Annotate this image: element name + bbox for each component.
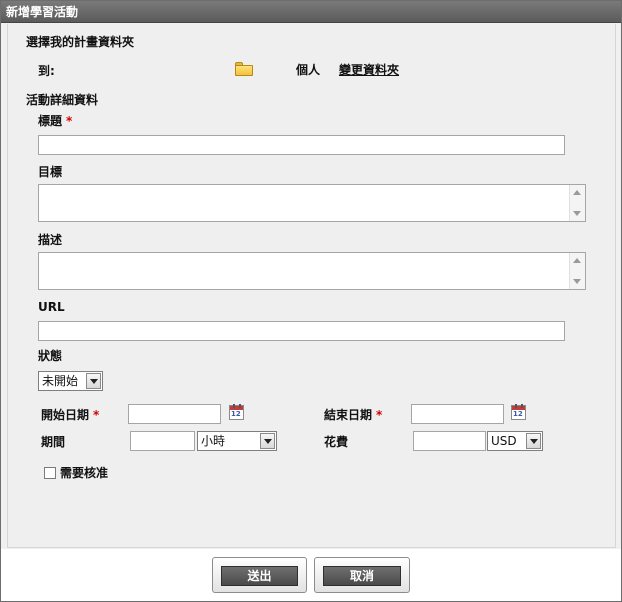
chevron-down-icon[interactable] bbox=[86, 373, 101, 389]
end-date-input[interactable] bbox=[411, 404, 504, 424]
scroll-up-icon[interactable] bbox=[573, 258, 581, 263]
start-date-label-text: 開始日期 bbox=[41, 408, 90, 422]
goal-textarea[interactable] bbox=[38, 184, 586, 222]
status-select-value: 未開始 bbox=[42, 374, 79, 388]
duration-unit-select[interactable]: 小時 bbox=[197, 431, 277, 451]
title-input[interactable] bbox=[38, 135, 565, 155]
change-folder-link[interactable]: 變更資料夾 bbox=[339, 63, 399, 77]
description-scrollbar[interactable] bbox=[569, 253, 585, 289]
submit-button[interactable]: 送出 bbox=[221, 566, 298, 586]
currency-value: USD bbox=[491, 434, 517, 448]
required-mark: * bbox=[93, 408, 100, 422]
calendar-icon[interactable]: 12 bbox=[229, 404, 244, 420]
cost-label: 花費 bbox=[324, 435, 349, 449]
dialog-footer: 送出 取消 bbox=[1, 549, 621, 601]
duration-label: 期間 bbox=[41, 435, 66, 449]
status-label: 狀態 bbox=[38, 349, 63, 363]
goal-scrollbar[interactable] bbox=[569, 185, 585, 221]
required-mark: * bbox=[66, 114, 73, 128]
currency-select[interactable]: USD bbox=[487, 431, 543, 451]
status-select[interactable]: 未開始 bbox=[38, 371, 103, 391]
cancel-button[interactable]: 取消 bbox=[323, 566, 401, 586]
scroll-down-icon[interactable] bbox=[573, 211, 581, 216]
required-mark: * bbox=[376, 408, 383, 422]
duration-unit-value: 小時 bbox=[201, 434, 226, 448]
chevron-down-icon[interactable] bbox=[526, 433, 541, 449]
end-date-label: 結束日期 * bbox=[324, 408, 382, 422]
folder-name: 個人 bbox=[296, 63, 321, 77]
goal-label: 目標 bbox=[38, 165, 63, 179]
approval-label: 需要核准 bbox=[60, 466, 109, 480]
cost-input[interactable] bbox=[413, 431, 486, 451]
details-section-heading: 活動詳細資料 bbox=[26, 93, 99, 107]
scroll-down-icon[interactable] bbox=[573, 279, 581, 284]
folder-section-heading: 選擇我的計畫資料夾 bbox=[26, 35, 135, 49]
description-textarea[interactable] bbox=[38, 252, 586, 290]
duration-input[interactable] bbox=[130, 431, 195, 451]
url-label: URL bbox=[38, 300, 65, 314]
title-label-text: 標題 bbox=[38, 114, 63, 128]
start-date-input[interactable] bbox=[128, 404, 221, 424]
submit-button-frame: 送出 bbox=[212, 557, 307, 593]
add-learning-activity-dialog: 新增學習活動 選擇我的計畫資料夾 到: 個人 變更資料夾 活動詳細資料 標題 * … bbox=[0, 0, 622, 602]
approval-checkbox[interactable] bbox=[44, 467, 56, 479]
description-label: 描述 bbox=[38, 233, 63, 247]
dialog-body: 選擇我的計畫資料夾 到: 個人 變更資料夾 活動詳細資料 標題 * 目標 描述 U bbox=[7, 24, 616, 548]
calendar-icon[interactable]: 12 bbox=[511, 404, 526, 420]
chevron-down-icon[interactable] bbox=[260, 433, 275, 449]
title-bar: 新增學習活動 bbox=[1, 1, 621, 23]
scroll-up-icon[interactable] bbox=[573, 190, 581, 195]
end-date-label-text: 結束日期 bbox=[324, 408, 373, 422]
calendar-day: 12 bbox=[231, 410, 241, 418]
start-date-label: 開始日期 * bbox=[41, 408, 99, 422]
folder-icon bbox=[235, 62, 253, 76]
calendar-day: 12 bbox=[513, 410, 523, 418]
url-input[interactable] bbox=[38, 321, 565, 341]
dialog-title: 新增學習活動 bbox=[6, 5, 79, 19]
cancel-button-frame: 取消 bbox=[314, 557, 410, 593]
to-label: 到: bbox=[38, 64, 55, 78]
title-label: 標題 * bbox=[38, 114, 72, 128]
